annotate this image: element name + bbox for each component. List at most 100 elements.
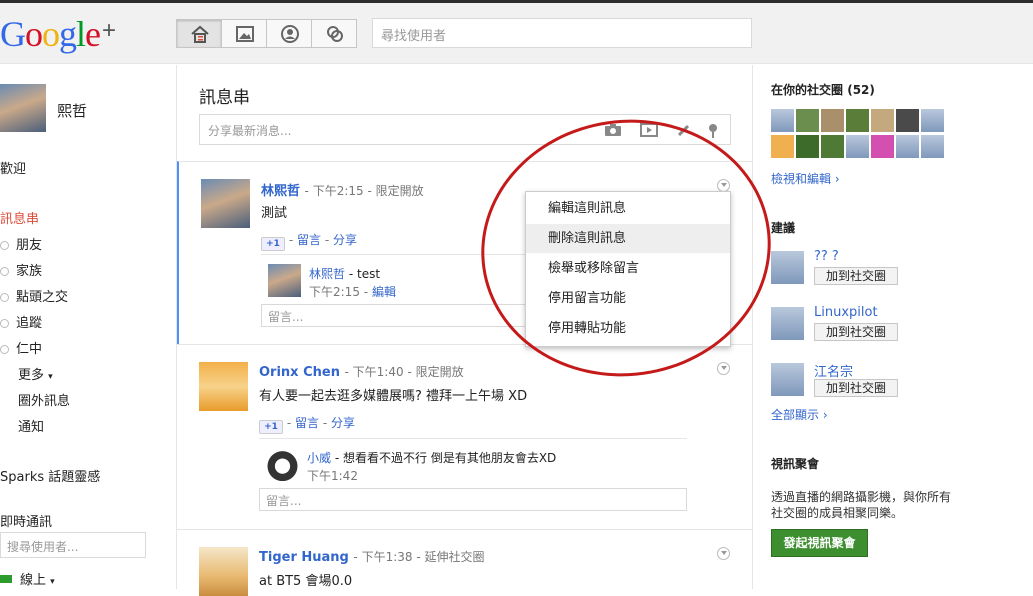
share-link[interactable]: 分享: [333, 233, 357, 247]
post-author[interactable]: 林熙哲 - 下午2:15 - 限定開放: [261, 180, 424, 199]
menu-item-report-comments[interactable]: 檢舉或移除留言: [526, 254, 730, 283]
suggestion-name[interactable]: 江名宗: [814, 361, 853, 380]
chat-title: 即時通訊: [0, 515, 53, 530]
nav-sparks[interactable]: Sparks 話題靈感: [0, 466, 100, 485]
avatar[interactable]: [896, 135, 919, 158]
avatar[interactable]: [846, 135, 869, 158]
chevron-down-icon: ▾: [48, 372, 53, 382]
avatar[interactable]: [821, 109, 844, 132]
comment-input[interactable]: 留言...: [259, 488, 687, 511]
photos-nav-button[interactable]: [221, 19, 267, 48]
post-options-chevron-icon[interactable]: [717, 362, 730, 375]
avatar[interactable]: [771, 135, 794, 158]
commenter-name[interactable]: 林熙哲: [309, 267, 345, 281]
menu-item-disable-comments[interactable]: 停用留言功能: [526, 284, 730, 313]
avatar[interactable]: [796, 109, 819, 132]
circle-dot-icon: [0, 319, 9, 328]
view-and-edit-link[interactable]: 檢視和編輯 ›: [771, 170, 840, 187]
video-camera-icon: [0, 575, 12, 583]
nav-notifications[interactable]: 通知: [18, 416, 44, 435]
suggestion-avatar[interactable]: [771, 363, 804, 396]
show-all-link[interactable]: 全部顯示 ›: [771, 406, 828, 423]
comment-text: 林熙哲 - test: [309, 267, 381, 281]
location-pin-icon[interactable]: [707, 123, 719, 138]
page-title: 訊息串: [199, 88, 250, 108]
author-avatar[interactable]: [199, 362, 248, 411]
avatar[interactable]: [846, 109, 869, 132]
menu-item-edit-post[interactable]: 編輯這則訊息: [526, 194, 730, 223]
chat-status-selector[interactable]: 線上 ▾: [0, 569, 55, 588]
suggestion-name[interactable]: ?? ?: [814, 249, 839, 264]
post-actions: +1 - 留言 - 分享: [261, 231, 357, 251]
suggestion-avatar[interactable]: [771, 307, 804, 340]
user-search-input[interactable]: 尋找使用者: [372, 18, 752, 48]
post-card: Tiger Huang - 下午1:38 - 延伸社交圈 at BT5 會場0.…: [177, 529, 752, 596]
nav-incoming[interactable]: 圈外訊息: [18, 390, 70, 409]
circles-nav-button[interactable]: [311, 19, 357, 48]
share-input[interactable]: 分享最新消息...: [199, 114, 731, 145]
add-to-circles-button[interactable]: 加到社交圈: [814, 379, 898, 397]
post-author[interactable]: Tiger Huang - 下午1:38 - 延伸社交圈: [259, 548, 485, 565]
post-text: 有人要一起去逛多媒體展嗎? 禮拜一上午場 XD: [259, 389, 528, 404]
add-to-circles-button[interactable]: 加到社交圈: [814, 267, 898, 285]
right-sidebar: 在你的社交圈 (52) 檢視和編輯 › 建議 ?? ? 加到社交圈 Linuxp…: [753, 65, 1033, 589]
avatar[interactable]: [796, 135, 819, 158]
nav-circle-acquaintances[interactable]: 點頭之交: [0, 286, 68, 305]
suggestion-avatar[interactable]: [771, 251, 804, 284]
profile-name[interactable]: 熙哲: [57, 100, 87, 121]
edit-comment-link[interactable]: 編輯: [372, 285, 396, 299]
nav-circle-renzhong[interactable]: 仁中: [0, 338, 42, 357]
avatar[interactable]: [771, 109, 794, 132]
post-actions: +1 - 留言 - 分享: [259, 414, 355, 434]
video-icon[interactable]: [640, 123, 658, 137]
comment-time: 下午1:42: [307, 469, 358, 483]
post-options-chevron-icon[interactable]: [717, 547, 730, 560]
google-plus-logo[interactable]: Google+: [0, 13, 116, 55]
commenter-avatar[interactable]: [268, 264, 301, 297]
post-text: 測試: [261, 206, 288, 221]
chevron-down-icon: ▾: [50, 577, 55, 587]
commenter-name[interactable]: 小威: [307, 451, 331, 465]
avatar[interactable]: [896, 109, 919, 132]
add-to-circles-button[interactable]: 加到社交圈: [814, 323, 898, 341]
plus-one-button[interactable]: +1: [261, 237, 285, 251]
comment-time: 下午2:15 - 編輯: [309, 285, 396, 299]
post-options-menu: 編輯這則訊息 刪除這則訊息 檢舉或移除留言 停用留言功能 停用轉貼功能: [525, 191, 731, 347]
plus-one-button[interactable]: +1: [259, 420, 283, 434]
nav-stream[interactable]: 訊息串: [0, 208, 39, 227]
nav-circle-family[interactable]: 家族: [0, 260, 42, 279]
circle-dot-icon: [0, 267, 9, 276]
menu-item-delete-post[interactable]: 刪除這則訊息: [526, 224, 730, 253]
author-avatar[interactable]: [201, 179, 250, 228]
nav-circle-following[interactable]: 追蹤: [0, 312, 42, 331]
commenter-avatar[interactable]: [266, 448, 299, 481]
avatar[interactable]: [921, 135, 944, 158]
chat-search-input[interactable]: 搜尋使用者...: [0, 532, 146, 558]
left-sidebar: 熙哲 歡迎 訊息串 朋友 家族 點頭之交 追蹤 仁中 更多 ▾ 圈外訊息 通知 …: [0, 65, 176, 589]
nav-welcome[interactable]: 歡迎: [0, 158, 26, 177]
avatar[interactable]: [871, 135, 894, 158]
home-nav-button[interactable]: [176, 19, 222, 48]
photo-icon: [236, 26, 254, 42]
start-hangout-button[interactable]: 發起視訊聚會: [771, 529, 868, 557]
avatar[interactable]: [921, 109, 944, 132]
suggestion-name[interactable]: Linuxpilot: [814, 305, 878, 320]
avatar[interactable]: [821, 135, 844, 158]
menu-item-disable-reshare[interactable]: 停用轉貼功能: [526, 314, 730, 343]
share-link[interactable]: 分享: [331, 416, 355, 430]
profile-avatar[interactable]: [0, 84, 46, 132]
hangout-description: 透過直播的網路攝影機，與你所有社交圈的成員相聚同樂。: [771, 490, 952, 520]
comment-link[interactable]: 留言: [295, 416, 319, 430]
post-author[interactable]: Orinx Chen - 下午1:40 - 限定開放: [259, 363, 464, 380]
comment-text: 小威 - 想看看不過不行 倒是有其他朋友會去XD: [307, 451, 557, 465]
avatar[interactable]: [871, 109, 894, 132]
post-text: at BT5 會場0.0: [259, 574, 353, 589]
link-icon[interactable]: [676, 123, 692, 137]
comment-link[interactable]: 留言: [297, 233, 321, 247]
profile-nav-button[interactable]: [266, 19, 312, 48]
nav-circle-friends[interactable]: 朋友: [0, 234, 42, 253]
nav-more[interactable]: 更多 ▾: [18, 364, 53, 383]
top-black-line: [0, 0, 1033, 3]
camera-icon[interactable]: [604, 123, 622, 137]
circles-icon: [327, 26, 343, 42]
